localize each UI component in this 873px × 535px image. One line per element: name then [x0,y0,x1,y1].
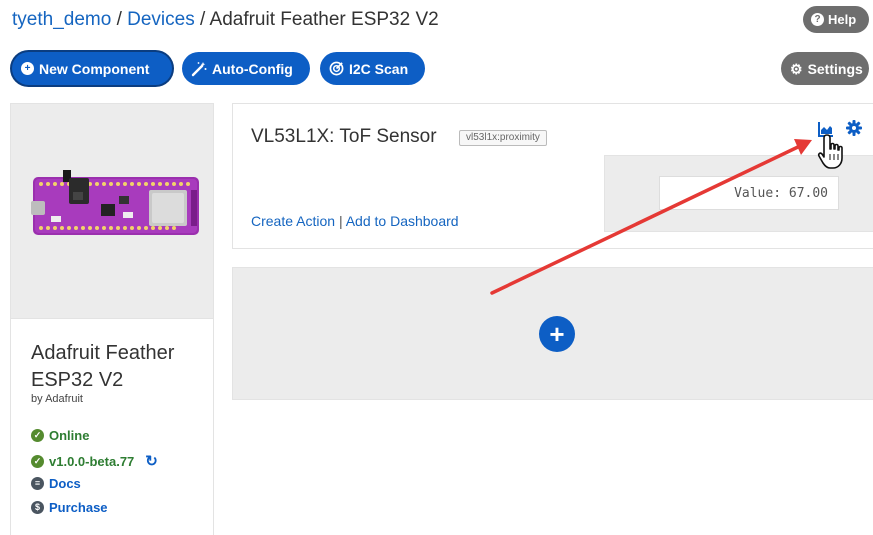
device-image [11,104,213,319]
firmware-version: ✓ v1.0.0-beta.77 ↻ [31,452,158,470]
dollar-icon: $ [31,501,44,514]
add-component-card: + [232,267,873,400]
breadcrumb-user-link[interactable]: tyeth_demo [12,9,111,30]
docs-link-label: Docs [49,476,81,491]
link-separator: | [338,213,343,229]
question-icon: ? [811,13,824,26]
breadcrumb-separator: / [116,9,122,30]
add-component-plus-button[interactable]: + [539,316,575,352]
plus-circle-icon: + [21,62,34,75]
settings-button[interactable]: ⚙ Settings [781,52,869,85]
component-type-tag: vl53l1x:proximity [459,130,547,146]
check-circle-icon: ✓ [31,429,44,442]
sensor-value-display: Value: 67.00 [659,176,839,210]
online-status: ✓ Online [31,428,89,443]
radar-icon [329,61,344,76]
new-component-label: New Component [39,60,150,77]
create-action-link[interactable]: Create Action [251,213,335,229]
device-name: Adafruit Feather ESP32 V2 [31,342,175,391]
sync-icon[interactable]: ↻ [145,452,158,470]
component-card: VL53L1X: ToF Sensor vl53l1x:proximity Va… [232,103,873,249]
hand-cursor-icon [817,134,843,169]
breadcrumb-devices-link[interactable]: Devices [127,9,195,30]
breadcrumb: tyeth_demo / Devices / Adafruit Feather … [12,9,439,31]
i2c-scan-label: I2C Scan [349,60,409,77]
help-label: Help [828,12,857,27]
breadcrumb-current: Adafruit Feather ESP32 V2 [209,9,439,30]
settings-label: Settings [807,60,863,77]
purchase-link-label: Purchase [49,500,108,515]
online-status-label: Online [49,428,90,443]
feather-board-illustration [31,170,199,235]
component-title: VL53L1X: ToF Sensor [251,126,437,147]
add-to-dashboard-link[interactable]: Add to Dashboard [346,213,459,229]
new-component-button[interactable]: + New Component [12,52,172,85]
device-manufacturer: by Adafruit [31,393,83,405]
docs-link[interactable]: ≡ Docs [31,476,81,491]
purchase-link[interactable]: $ Purchase [31,500,108,515]
firmware-version-label: v1.0.0-beta.77 [49,453,135,469]
book-icon: ≡ [31,477,44,490]
device-info-panel: Adafruit Feather ESP32 V2 by Adafruit ✓ … [10,103,214,535]
auto-config-button[interactable]: Auto-Config [182,52,310,85]
component-links: Create Action | Add to Dashboard [251,213,459,229]
magic-wand-icon [191,61,207,76]
gear-icon: ⚙ [790,60,803,77]
breadcrumb-separator: / [200,9,206,30]
auto-config-label: Auto-Config [212,60,293,77]
help-button[interactable]: ? Help [803,6,869,33]
check-circle-icon: ✓ [31,454,44,468]
i2c-scan-button[interactable]: I2C Scan [320,52,425,85]
